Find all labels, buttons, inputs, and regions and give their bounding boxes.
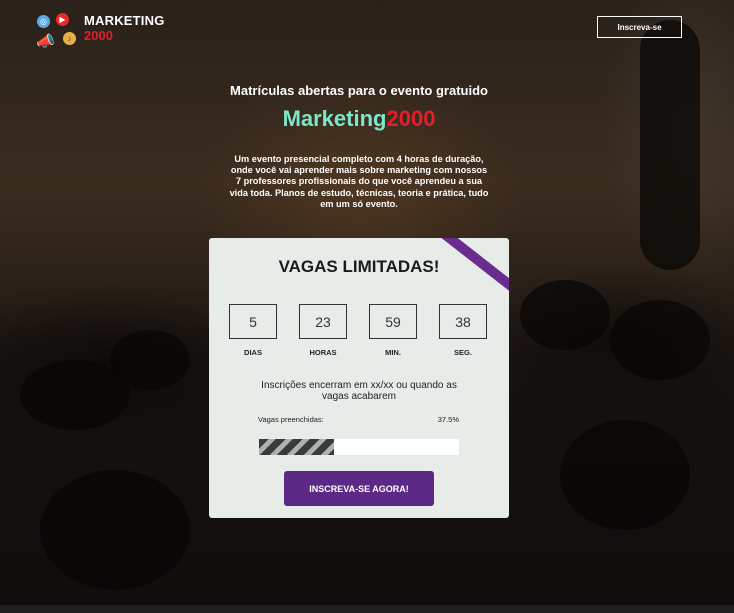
bottom-bar xyxy=(0,605,734,613)
countdown-days-label: DIAS xyxy=(244,348,262,357)
hero-title-part1: Marketing xyxy=(282,106,387,131)
card-title: VAGAS LIMITADAS! xyxy=(278,257,440,276)
globe-icon: ◎ xyxy=(37,15,50,28)
play-icon: ▶ xyxy=(56,13,69,26)
countdown-seconds-label: SEG. xyxy=(454,348,472,357)
countdown-days-value: 5 xyxy=(229,304,277,339)
logo-subtitle: 2000 xyxy=(84,28,113,43)
countdown-hours-value: 23 xyxy=(299,304,347,339)
countdown-minutes-value: 59 xyxy=(369,304,417,339)
progress-bar xyxy=(259,439,459,455)
hero-title-part2: 2000 xyxy=(386,106,436,131)
countdown-minutes-label: MIN. xyxy=(385,348,401,357)
signup-now-button[interactable]: INSCREVA-SE AGORA! xyxy=(284,471,434,506)
header-signup-button[interactable]: Inscreva-se xyxy=(597,16,682,38)
fill-percent: 37.5% xyxy=(437,415,459,424)
logo-title: MARKETING xyxy=(84,13,165,28)
hero-kicker: Matrículas abertas para o evento gratuid… xyxy=(230,83,488,98)
music-icon: ♪ xyxy=(63,32,76,45)
closing-notice: Inscrições encerram em xx/xx ou quando a… xyxy=(261,380,457,402)
countdown-seconds-value: 38 xyxy=(439,304,487,339)
logo[interactable]: ◎ ▶ 📣 ♪ MARKETING 2000 xyxy=(34,12,174,52)
megaphone-icon: 📣 xyxy=(36,33,55,50)
fill-label: Vagas preenchidas: xyxy=(258,415,324,424)
progress-bar-fill xyxy=(259,439,334,455)
hero-title: Marketing2000 xyxy=(0,106,718,132)
countdown-card: VAGAS LIMITADAS! 5 23 59 38 DIAS HORAS M… xyxy=(209,238,509,518)
hero-description: Um evento presencial completo com 4 hora… xyxy=(229,154,489,209)
countdown-hours-label: HORAS xyxy=(309,348,337,357)
